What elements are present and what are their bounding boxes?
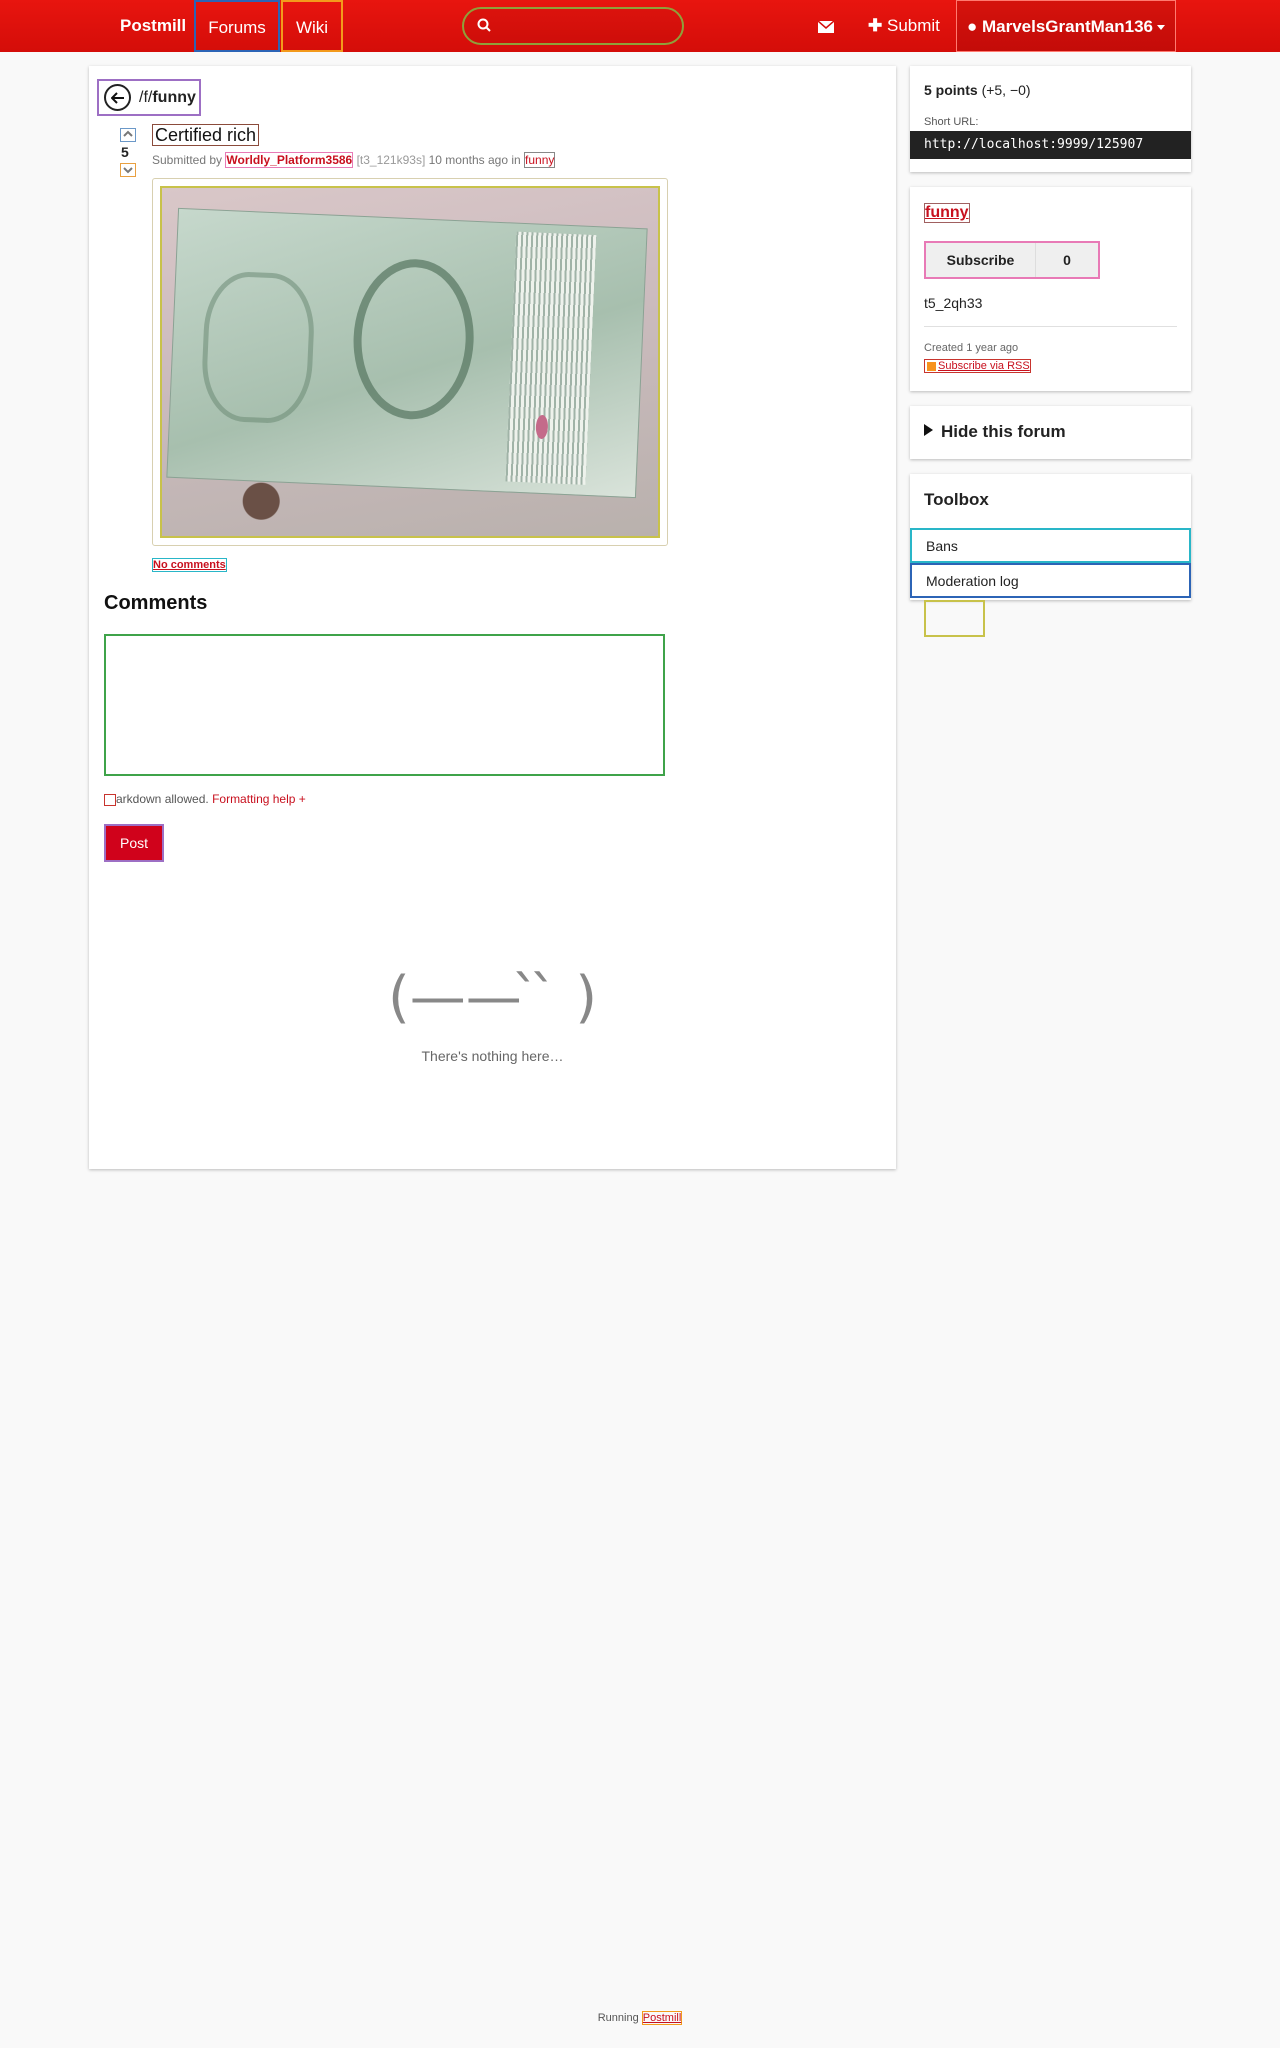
points-summary: 5 points (+5, −0) [924,82,1031,98]
arrow-down-icon [123,167,133,174]
messages-button[interactable] [817,0,838,52]
footer-postmill-link[interactable]: Postmill [641,2011,683,2025]
banknote-picture [166,207,648,499]
submitted-by-label: Submitted by [152,153,223,167]
post-image[interactable] [160,186,660,538]
search-icon [477,18,491,32]
post-score: 5 [121,144,129,160]
forum-info-card: funny Subscribe 0 t5_2qh33 Created 1 yea… [910,187,1191,391]
submit-label: Submit [886,16,940,35]
upvote-button[interactable] [120,128,136,142]
post-byline: Submitted by Worldly_Platform3586 [t3_12… [152,152,556,168]
post-time: 10 months ago in [428,153,521,167]
markdown-icon [104,793,116,806]
formatting-help-link[interactable]: Formatting help + [212,792,306,806]
rss-subscribe-link[interactable]: Subscribe via RSS [924,359,1031,373]
back-to-forum-link[interactable]: /f/funny [97,79,201,116]
hide-forum-toggle[interactable]: Hide this forum [924,422,1066,442]
empty-comments-text: There's nothing here… [421,1048,564,1064]
rss-label: Subscribe via RSS [938,360,1030,372]
comments-count-link[interactable]: No comments [152,558,227,572]
markdown-note-text: arkdown allowed. [116,792,209,806]
downvote-button[interactable] [120,163,136,177]
user-menu-button[interactable]: ● MarvelsGrantMan136 [956,0,1176,52]
arrow-up-icon [123,130,133,137]
forum-id: t5_2qh33 [924,295,983,311]
post-comment-button[interactable]: Post [104,824,164,862]
back-forum-slug: /f/funny [139,88,196,106]
footer: Running Postmill [0,2011,1280,2025]
post-id: [t3_121k93s] [356,153,426,167]
points-detail: (+5, −0) [981,82,1031,98]
toolbox-moderation-log-link[interactable]: Moderation log [910,563,1191,598]
post-title-link[interactable]: Certified rich [152,124,260,146]
subscriber-count: 0 [1036,243,1098,277]
search-input[interactable] [498,13,674,39]
author-link[interactable]: Worldly_Platform3586 [225,152,354,168]
markdown-note: arkdown allowed. Formatting help + [104,792,306,806]
submit-button[interactable]: ✚ Submit [868,0,940,52]
toolbox-card: Toolbox Bans Moderation log [910,474,1191,600]
nav-forums-link[interactable]: Forums [194,0,280,52]
user-icon: ● [966,17,978,36]
arrow-left-icon [104,84,131,111]
username-label: MarvelsGrantMan136 [981,17,1154,36]
caret-down-icon [1157,25,1166,31]
short-url-label: Short URL: [924,116,979,128]
envelope-icon [817,19,835,33]
subscribe-button-group[interactable]: Subscribe 0 [924,241,1100,279]
toolbox-title: Toolbox [924,490,989,509]
toolbox-bans-link[interactable]: Bans [910,528,1191,563]
divider [924,326,1177,327]
forum-name-link[interactable]: funny [924,203,970,223]
subscribe-button[interactable]: Subscribe [926,243,1036,277]
comment-textarea[interactable] [104,634,665,776]
footer-running-text: Running [597,2012,639,2024]
plus-icon: ✚ [868,16,883,35]
rss-icon [927,361,936,371]
triangle-right-icon [924,424,933,436]
top-navbar: Postmill Forums Wiki ✚ Submit ● MarvelsG… [0,0,1280,52]
empty-kaomoji: (—— ̀ ̀ ) [387,965,598,1030]
forum-link[interactable]: funny [524,152,556,168]
post-image-frame [152,178,668,546]
search-bar[interactable] [462,7,684,45]
short-url-value[interactable]: http://localhost:9999/125907 [910,131,1191,159]
toolbox-empty-item[interactable] [924,600,985,637]
hide-forum-label: Hide this forum [941,422,1066,441]
site-brand[interactable]: Postmill [120,0,186,52]
forum-created: Created 1 year ago [924,342,1019,354]
points-value: 5 points [924,82,978,98]
nav-wiki-link[interactable]: Wiki [281,0,343,52]
hide-forum-card: Hide this forum [910,406,1191,459]
comments-heading: Comments [104,592,208,614]
